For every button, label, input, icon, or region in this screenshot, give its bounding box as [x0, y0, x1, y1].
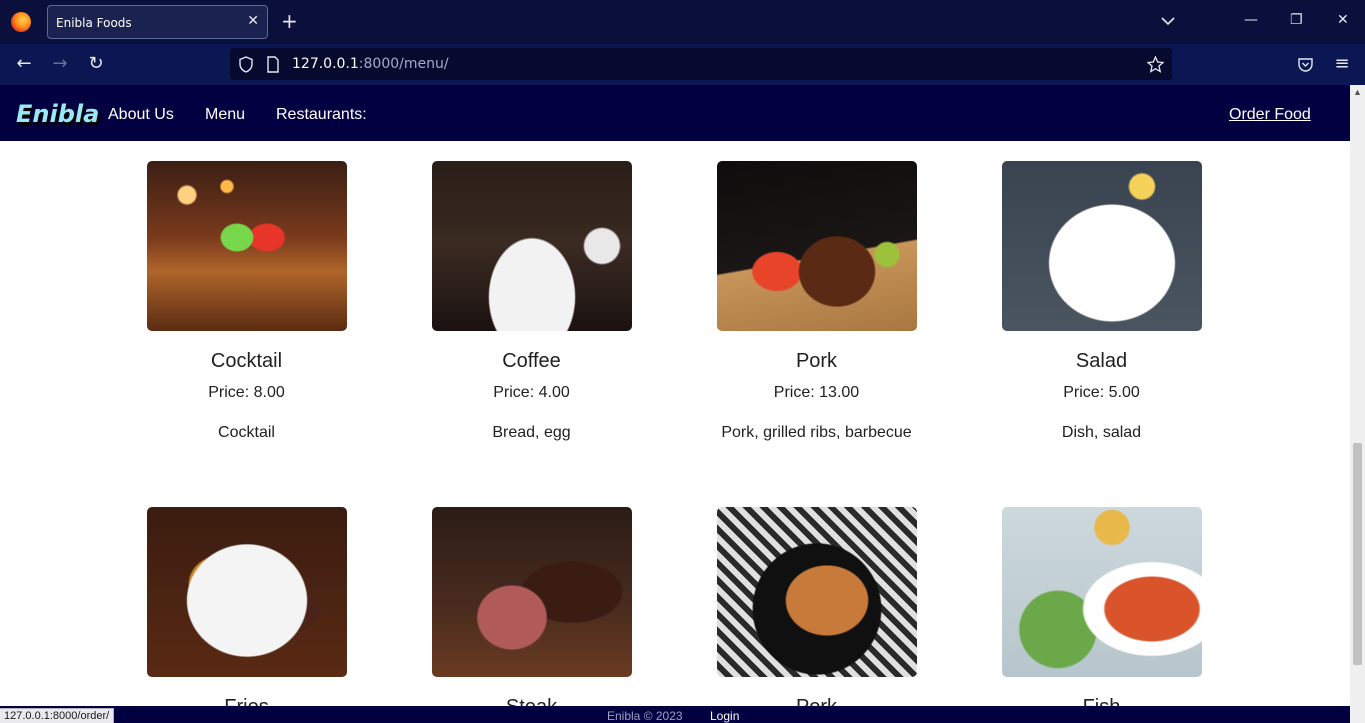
menu-item-description: Pork, grilled ribs, barbecue — [721, 424, 912, 441]
food-image-coffee — [432, 161, 632, 331]
url-host: 127.0.0.1 — [292, 56, 359, 72]
food-image-pork — [717, 161, 917, 331]
food-image-cocktail — [147, 161, 347, 331]
bookmark-star-icon[interactable] — [1147, 56, 1164, 73]
app-menu-button[interactable]: ≡ — [1331, 54, 1353, 76]
reload-button[interactable]: ↻ — [85, 54, 107, 76]
restore-button[interactable]: ❐ — [1290, 12, 1303, 28]
tab-title: Enibla Foods — [56, 16, 132, 30]
scroll-up-icon[interactable]: ▲ — [1353, 88, 1362, 97]
url-text[interactable]: 127.0.0.1:8000/menu/ — [292, 56, 449, 72]
minimize-button[interactable]: — — [1244, 12, 1258, 28]
pocket-icon[interactable] — [1297, 56, 1314, 73]
shield-icon[interactable] — [238, 56, 254, 73]
menu-item-price: Price: 8.00 — [208, 384, 285, 401]
food-image-salad — [1002, 161, 1202, 331]
menu-item-price: Price: 5.00 — [1063, 384, 1140, 401]
new-tab-button[interactable]: + — [281, 10, 298, 32]
nav-restaurants[interactable]: Restaurants: — [276, 106, 367, 124]
url-path: :8000/menu/ — [358, 56, 449, 72]
menu-item-name: Coffee — [502, 350, 561, 372]
menu-item-description: Bread, egg — [492, 424, 571, 441]
url-bar[interactable]: 127.0.0.1:8000/menu/ — [230, 48, 1172, 80]
scrollbar-thumb[interactable] — [1353, 443, 1362, 665]
menu-item-description: Cocktail — [218, 424, 275, 441]
nav-menu[interactable]: Menu — [205, 106, 245, 124]
page-scrollbar[interactable]: ▲ — [1350, 85, 1365, 723]
firefox-icon[interactable] — [11, 12, 31, 32]
close-window-button[interactable]: ✕ — [1337, 12, 1349, 28]
menu-item-name: Pork — [795, 350, 838, 372]
food-image-steak — [432, 507, 632, 677]
forward-button[interactable]: → — [49, 54, 71, 76]
page-icon[interactable] — [266, 56, 280, 73]
menu-item-price: Price: 13.00 — [773, 384, 860, 401]
food-image-pork — [717, 507, 917, 677]
status-url: 127.0.0.1:8000/order/ — [0, 708, 115, 723]
footer-copyright: Enibla © 2023 — [607, 709, 683, 723]
back-button[interactable]: ← — [13, 54, 35, 76]
browser-toolbar: ← → ↻ 127.0.0.1:8000/menu/ ≡ — [0, 44, 1365, 85]
food-image-fish — [1002, 507, 1202, 677]
menu-item-name: Salad — [1075, 350, 1128, 372]
menu-item-description: Dish, salad — [1061, 424, 1142, 441]
order-food-link[interactable]: Order Food — [1229, 106, 1311, 124]
close-tab-icon[interactable]: ✕ — [247, 13, 259, 29]
menu-item-name: Cocktail — [210, 350, 283, 372]
site-navbar: Enibla About Us Menu Restaurants: Order … — [0, 85, 1350, 141]
chevron-down-icon[interactable] — [1159, 12, 1177, 30]
browser-tab[interactable]: Enibla Foods ✕ — [47, 5, 268, 39]
menu-item-price: Price: 4.00 — [493, 384, 570, 401]
nav-about-us[interactable]: About Us — [108, 106, 174, 124]
site-footer: Enibla © 2023 Login — [0, 706, 1350, 723]
login-link[interactable]: Login — [710, 709, 739, 723]
browser-tab-bar: Enibla Foods ✕ + — ❐ ✕ — [0, 0, 1365, 44]
food-image-fries — [147, 507, 347, 677]
brand-logo[interactable]: Enibla — [16, 100, 99, 128]
